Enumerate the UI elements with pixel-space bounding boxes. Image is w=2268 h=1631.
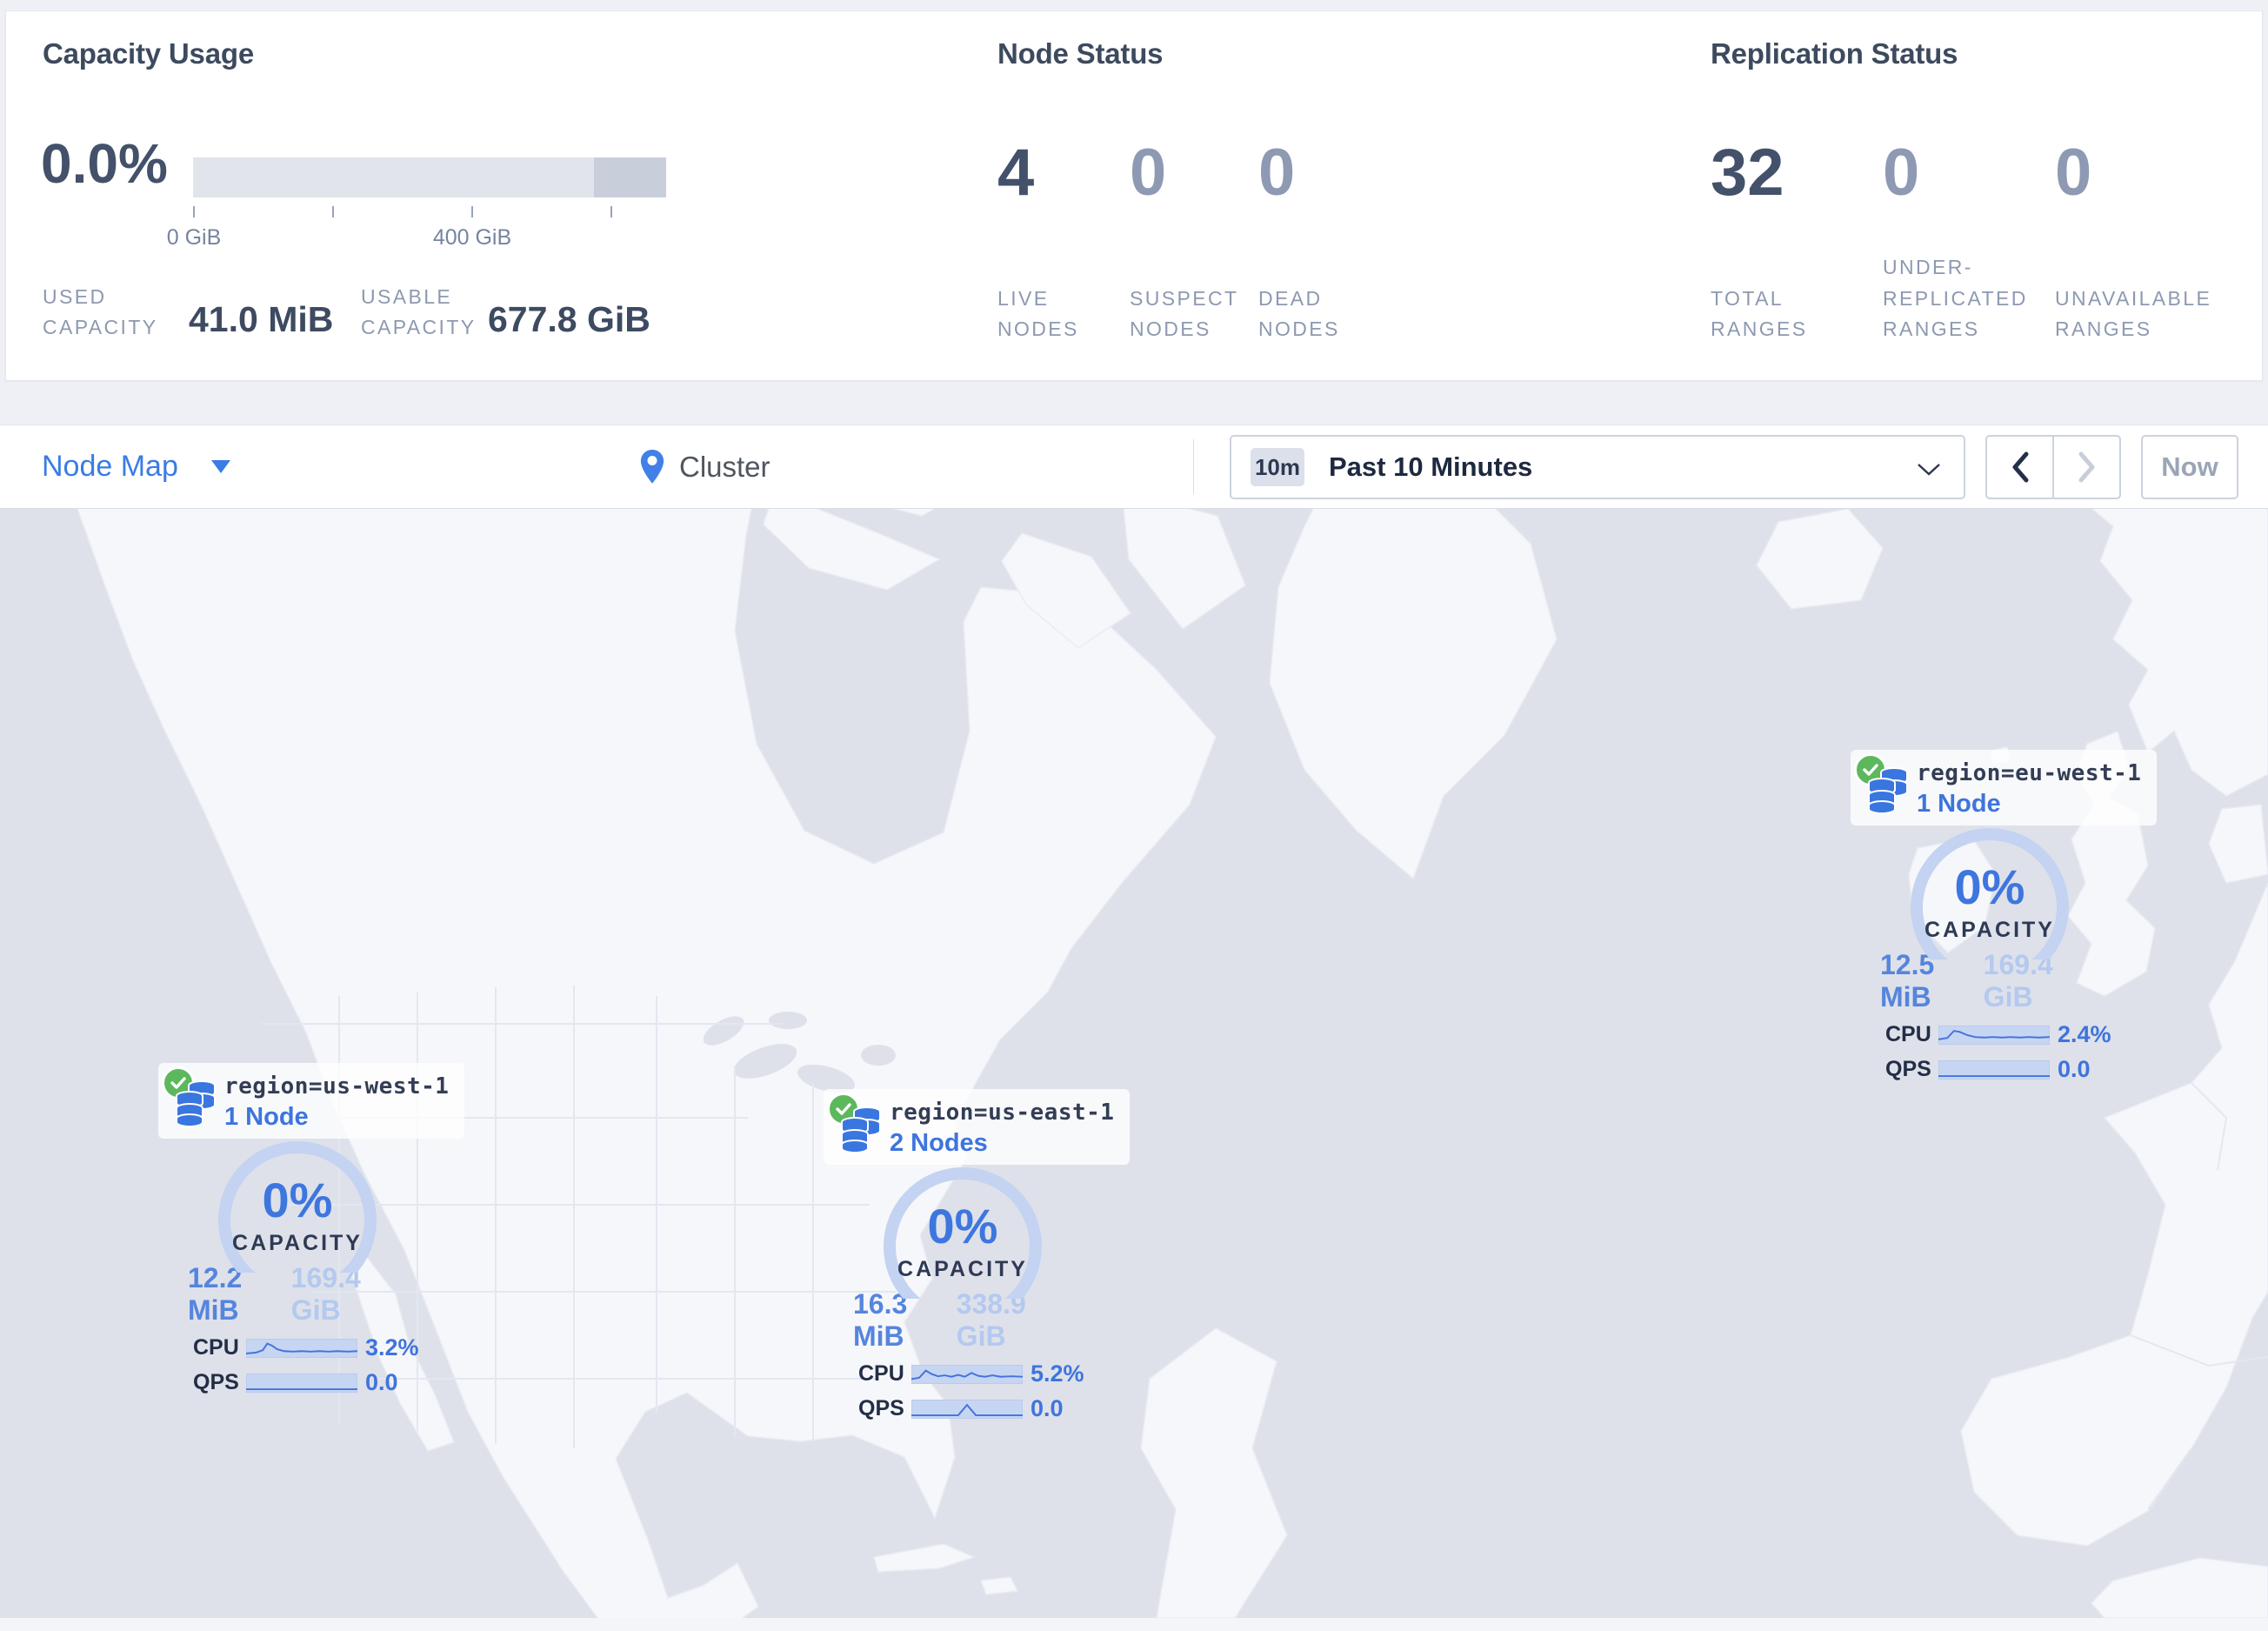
suspect-nodes-stat: 0 SUSPECT NODES — [1130, 136, 1239, 341]
time-forward-button[interactable] — [2054, 437, 2119, 498]
chevron-left-icon — [2012, 451, 2028, 483]
region-label: region=us-east-1 — [890, 1100, 1115, 1126]
used-capacity-block: USED CAPACITY — [43, 282, 158, 344]
marker-header: region=us-east-1 2 Nodes — [824, 1089, 1131, 1165]
usable-capacity-label: USABLE CAPACITY — [361, 284, 477, 339]
qps-sparkline — [1938, 1059, 2050, 1080]
time-back-button[interactable] — [1987, 437, 2054, 498]
capacity-axis-tick — [193, 206, 195, 217]
qps-label: QPS — [1885, 1057, 1931, 1081]
gauge-percent: 0% — [1954, 859, 2025, 914]
chevron-right-icon — [2078, 451, 2094, 483]
time-range-label: Past 10 Minutes — [1329, 451, 1533, 482]
qps-label: QPS — [193, 1370, 239, 1394]
qps-sparkline — [246, 1373, 357, 1393]
gauge-percent: 0% — [927, 1199, 998, 1253]
capacity-percent: 0.0% — [41, 132, 168, 195]
marker-titles: region=eu-west-1 1 Node — [1917, 753, 2141, 819]
region-label: region=us-west-1 — [224, 1073, 450, 1100]
usable-capacity-value: 677.8 GiB — [488, 299, 650, 339]
node-status-title: Node Status — [997, 37, 1164, 70]
location-pin-icon — [640, 449, 664, 484]
gauge-label: CAPACITY — [1924, 918, 2055, 942]
marker-icons — [1854, 753, 1911, 814]
qps-value: 0.0 — [2058, 1056, 2091, 1082]
cpu-sparkline — [1938, 1025, 2050, 1045]
region-marker-us-east-1[interactable]: region=us-east-1 2 Nodes 0% CAPACITY 16.… — [824, 1089, 1131, 1422]
capacity-axis-label-400: 400 GiB — [432, 225, 512, 250]
cpu-sparkline — [246, 1338, 357, 1358]
marker-icons — [827, 1093, 884, 1153]
under-replicated-ranges-stat: 0 UNDER- REPLICATED RANGES — [1883, 136, 2028, 341]
qps-label: QPS — [858, 1396, 904, 1420]
capacity-gauge: 0% CAPACITY — [208, 1140, 387, 1300]
used-capacity-value: 41.0 MiB — [189, 299, 334, 339]
cpu-value: 3.2% — [365, 1334, 419, 1360]
replication-status-title: Replication Status — [1711, 37, 1958, 70]
cpu-label: CPU — [193, 1335, 239, 1360]
gauge-percent: 0% — [262, 1173, 333, 1227]
capacity-axis-tick — [610, 206, 612, 217]
time-range-badge: 10m — [1251, 448, 1304, 486]
cpu-value: 5.2% — [1031, 1360, 1084, 1387]
dead-nodes-stat: 0 DEAD NODES — [1258, 136, 1340, 341]
capacity-axis-tick — [471, 206, 473, 217]
cluster-summary-panel: Capacity Usage 0.0% 0 GiB 400 GiB USED C… — [5, 10, 2263, 381]
capacity-axis-label-0: 0 GiB — [166, 225, 222, 250]
chevron-down-icon — [1918, 464, 1940, 476]
marker-header: region=us-west-1 1 Node — [158, 1063, 465, 1139]
marker-body: 0% CAPACITY 12.2 MiB 169.4 GiB CPU 3.2% … — [188, 1140, 419, 1396]
cpu-label: CPU — [1885, 1022, 1931, 1046]
now-button[interactable]: Now — [2141, 435, 2238, 499]
cpu-label: CPU — [858, 1361, 904, 1386]
view-selector-dropdown[interactable]: Node Map — [42, 425, 230, 508]
region-marker-us-west-1[interactable]: region=us-west-1 1 Node 0% CAPACITY 12.2… — [158, 1063, 465, 1396]
capacity-usage-title: Capacity Usage — [43, 37, 254, 70]
node-count-label: 2 Nodes — [890, 1129, 988, 1157]
cpu-value: 2.4% — [2058, 1021, 2111, 1047]
marker-body: 0% CAPACITY 16.3 MiB 338.9 GiB CPU 5.2% … — [853, 1166, 1084, 1422]
breadcrumb-label: Cluster — [679, 450, 770, 483]
region-marker-eu-west-1[interactable]: region=eu-west-1 1 Node 0% CAPACITY 12.5… — [1851, 750, 2158, 1083]
caret-down-icon — [210, 460, 230, 473]
marker-body: 0% CAPACITY 12.5 MiB 169.4 GiB CPU 2.4% … — [1880, 827, 2111, 1083]
marker-icons — [162, 1066, 219, 1127]
cpu-sparkline — [911, 1364, 1023, 1384]
capacity-bar-reserved-segment — [594, 157, 666, 197]
capacity-gauge: 0% CAPACITY — [873, 1166, 1052, 1326]
database-icon — [1868, 767, 1908, 814]
qps-sparkline — [911, 1399, 1023, 1419]
gauge-label: CAPACITY — [232, 1231, 363, 1255]
gauge-label: CAPACITY — [897, 1257, 1028, 1281]
marker-titles: region=us-east-1 2 Nodes — [890, 1093, 1114, 1158]
used-capacity-label: USED CAPACITY — [43, 284, 158, 339]
qps-value: 0.0 — [365, 1369, 398, 1395]
page-footer-strip — [0, 1618, 2268, 1631]
node-map: region=us-west-1 1 Node 0% CAPACITY 12.2… — [0, 509, 2268, 1618]
capacity-bar — [193, 157, 666, 197]
time-pager — [1985, 435, 2121, 499]
node-count-label: 1 Node — [1917, 790, 2001, 818]
unavailable-ranges-stat: 0 UNAVAILABLE RANGES — [2055, 136, 2212, 341]
qps-value: 0.0 — [1031, 1395, 1064, 1421]
total-ranges-stat: 32 TOTAL RANGES — [1711, 136, 1808, 341]
view-selector-label: Node Map — [42, 450, 178, 483]
breadcrumb-cluster[interactable]: Cluster — [639, 425, 770, 508]
time-range-dropdown[interactable]: 10m Past 10 Minutes — [1230, 435, 1965, 499]
map-toolbar: Node Map Cluster 10m Past 10 Minutes Now — [0, 424, 2268, 509]
database-icon — [176, 1080, 216, 1127]
capacity-gauge: 0% CAPACITY — [1900, 827, 2079, 986]
capacity-axis-tick — [332, 206, 334, 217]
node-count-label: 1 Node — [224, 1103, 309, 1131]
database-icon — [841, 1106, 881, 1153]
region-label: region=eu-west-1 — [1917, 760, 2142, 786]
marker-header: region=eu-west-1 1 Node — [1851, 750, 2158, 826]
live-nodes-stat: 4 LIVE NODES — [997, 136, 1079, 341]
usable-capacity-block: USABLE CAPACITY — [361, 282, 477, 344]
marker-titles: region=us-west-1 1 Node — [224, 1066, 449, 1132]
toolbar-divider — [1193, 439, 1194, 494]
